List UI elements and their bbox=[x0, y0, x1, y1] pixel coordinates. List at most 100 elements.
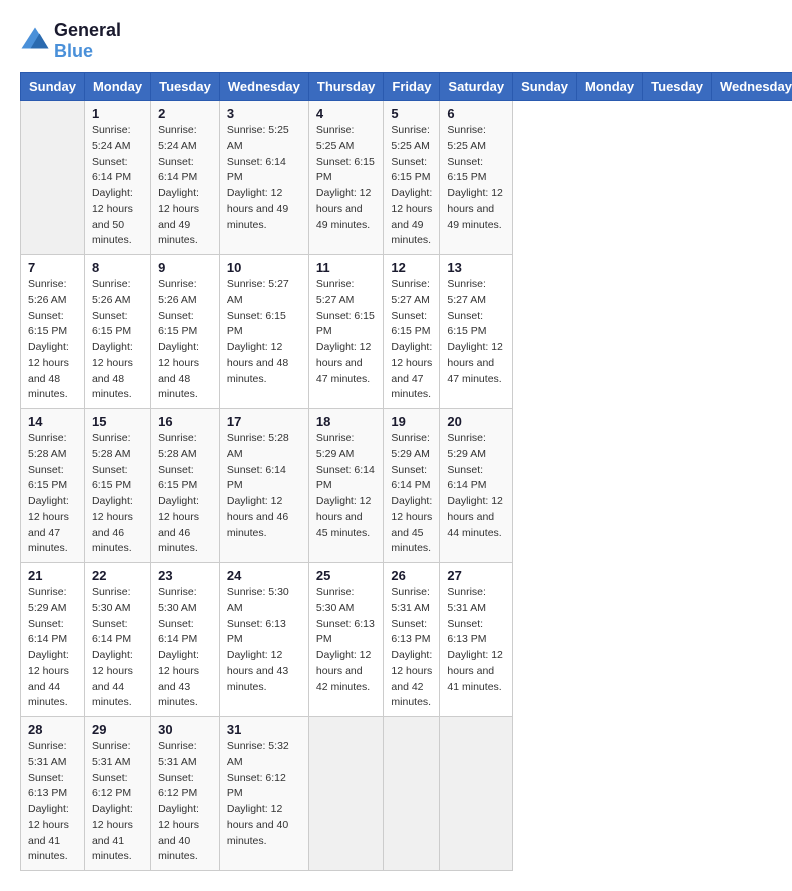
page-header: General Blue bbox=[20, 20, 772, 62]
day-info: Sunrise: 5:26 AMSunset: 6:15 PMDaylight:… bbox=[28, 277, 77, 403]
day-info: Sunrise: 5:28 AMSunset: 6:15 PMDaylight:… bbox=[92, 431, 143, 557]
day-cell: 1 Sunrise: 5:24 AMSunset: 6:14 PMDaylight… bbox=[84, 101, 150, 255]
day-number: 30 bbox=[158, 722, 212, 737]
day-info: Sunrise: 5:27 AMSunset: 6:15 PMDaylight:… bbox=[447, 277, 505, 387]
day-cell: 9Sunrise: 5:26 AMSunset: 6:15 PMDaylight… bbox=[151, 255, 220, 409]
day-info: Sunrise: 5:28 AMSunset: 6:15 PMDaylight:… bbox=[28, 431, 77, 557]
day-number: 16 bbox=[158, 414, 212, 429]
day-number: 2 bbox=[158, 106, 212, 121]
day-number: 28 bbox=[28, 722, 77, 737]
day-number: 7 bbox=[28, 260, 77, 275]
day-info: Sunrise: 5:29 AMSunset: 6:14 PMDaylight:… bbox=[447, 431, 505, 541]
day-number: 5 bbox=[391, 106, 432, 121]
week-row-5: 28 Sunrise: 5:31 AMSunset: 6:13 PMDayligh… bbox=[21, 717, 792, 871]
col-header-sunday: Sunday bbox=[513, 73, 577, 101]
day-cell: 13 Sunrise: 5:27 AMSunset: 6:15 PMDayligh… bbox=[440, 255, 513, 409]
day-number: 29 bbox=[92, 722, 143, 737]
day-cell: 18 Sunrise: 5:29 AMSunset: 6:14 PMDayligh… bbox=[308, 409, 384, 563]
day-cell: 14 Sunrise: 5:28 AMSunset: 6:15 PMDayligh… bbox=[21, 409, 85, 563]
day-cell: 22 Sunrise: 5:30 AMSunset: 6:14 PMDayligh… bbox=[84, 563, 150, 717]
day-cell: 12Sunrise: 5:27 AMSunset: 6:15 PMDayligh… bbox=[384, 255, 440, 409]
calendar-header-row: SundayMondayTuesdayWednesdayThursdayFrid… bbox=[21, 73, 792, 101]
col-header-tuesday: Tuesday bbox=[643, 73, 712, 101]
day-cell: 21 Sunrise: 5:29 AMSunset: 6:14 PMDayligh… bbox=[21, 563, 85, 717]
day-cell: 4 Sunrise: 5:25 AMSunset: 6:15 PMDaylight… bbox=[308, 101, 384, 255]
day-info: Sunrise: 5:28 AMSunset: 6:14 PMDaylight:… bbox=[227, 431, 301, 541]
day-cell: 3Sunrise: 5:25 AMSunset: 6:14 PMDaylight… bbox=[219, 101, 308, 255]
header-friday: Friday bbox=[384, 73, 440, 101]
day-number: 4 bbox=[316, 106, 377, 121]
day-number: 22 bbox=[92, 568, 143, 583]
day-number: 23 bbox=[158, 568, 212, 583]
day-info: Sunrise: 5:24 AMSunset: 6:14 PMDaylight:… bbox=[158, 123, 212, 249]
day-cell: 30Sunrise: 5:31 AMSunset: 6:12 PMDayligh… bbox=[151, 717, 220, 871]
day-cell: 17 Sunrise: 5:28 AMSunset: 6:14 PMDayligh… bbox=[219, 409, 308, 563]
day-cell: 24Sunrise: 5:30 AMSunset: 6:13 PMDayligh… bbox=[219, 563, 308, 717]
day-number: 31 bbox=[227, 722, 301, 737]
day-number: 1 bbox=[92, 106, 143, 121]
day-info: Sunrise: 5:30 AMSunset: 6:14 PMDaylight:… bbox=[92, 585, 143, 711]
day-cell: 20 Sunrise: 5:29 AMSunset: 6:14 PMDayligh… bbox=[440, 409, 513, 563]
day-cell: 25Sunrise: 5:30 AMSunset: 6:13 PMDayligh… bbox=[308, 563, 384, 717]
day-info: Sunrise: 5:31 AMSunset: 6:13 PMDaylight:… bbox=[28, 739, 77, 865]
day-info: Sunrise: 5:26 AMSunset: 6:15 PMDaylight:… bbox=[92, 277, 143, 403]
day-number: 21 bbox=[28, 568, 77, 583]
day-cell bbox=[21, 101, 85, 255]
day-cell: 31 Sunrise: 5:32 AMSunset: 6:12 PMDayligh… bbox=[219, 717, 308, 871]
day-number: 19 bbox=[391, 414, 432, 429]
day-number: 18 bbox=[316, 414, 377, 429]
day-info: Sunrise: 5:25 AMSunset: 6:15 PMDaylight:… bbox=[447, 123, 505, 233]
day-number: 9 bbox=[158, 260, 212, 275]
day-cell: 11Sunrise: 5:27 AMSunset: 6:15 PMDayligh… bbox=[308, 255, 384, 409]
day-number: 27 bbox=[447, 568, 505, 583]
day-info: Sunrise: 5:24 AMSunset: 6:14 PMDaylight:… bbox=[92, 123, 143, 249]
day-number: 17 bbox=[227, 414, 301, 429]
day-cell: 23 Sunrise: 5:30 AMSunset: 6:14 PMDayligh… bbox=[151, 563, 220, 717]
day-info: Sunrise: 5:25 AMSunset: 6:15 PMDaylight:… bbox=[391, 123, 432, 249]
day-number: 10 bbox=[227, 260, 301, 275]
day-number: 8 bbox=[92, 260, 143, 275]
day-cell bbox=[308, 717, 384, 871]
day-cell: 10 Sunrise: 5:27 AMSunset: 6:15 PMDayligh… bbox=[219, 255, 308, 409]
day-info: Sunrise: 5:31 AMSunset: 6:13 PMDaylight:… bbox=[447, 585, 505, 695]
logo: General Blue bbox=[20, 20, 121, 62]
day-cell: 15Sunrise: 5:28 AMSunset: 6:15 PMDayligh… bbox=[84, 409, 150, 563]
day-cell: 28 Sunrise: 5:31 AMSunset: 6:13 PMDayligh… bbox=[21, 717, 85, 871]
day-number: 26 bbox=[391, 568, 432, 583]
week-row-1: 1 Sunrise: 5:24 AMSunset: 6:14 PMDaylight… bbox=[21, 101, 792, 255]
header-monday: Monday bbox=[84, 73, 150, 101]
header-thursday: Thursday bbox=[308, 73, 384, 101]
day-cell: 7 Sunrise: 5:26 AMSunset: 6:15 PMDaylight… bbox=[21, 255, 85, 409]
day-info: Sunrise: 5:30 AMSunset: 6:13 PMDaylight:… bbox=[227, 585, 301, 695]
day-info: Sunrise: 5:31 AMSunset: 6:13 PMDaylight:… bbox=[391, 585, 432, 711]
day-info: Sunrise: 5:32 AMSunset: 6:12 PMDaylight:… bbox=[227, 739, 301, 849]
day-cell bbox=[440, 717, 513, 871]
day-info: Sunrise: 5:28 AMSunset: 6:15 PMDaylight:… bbox=[158, 431, 212, 557]
day-cell: 16 Sunrise: 5:28 AMSunset: 6:15 PMDayligh… bbox=[151, 409, 220, 563]
day-cell: 6Sunrise: 5:25 AMSunset: 6:15 PMDaylight… bbox=[440, 101, 513, 255]
day-number: 14 bbox=[28, 414, 77, 429]
day-info: Sunrise: 5:29 AMSunset: 6:14 PMDaylight:… bbox=[28, 585, 77, 711]
header-saturday: Saturday bbox=[440, 73, 513, 101]
week-row-2: 7 Sunrise: 5:26 AMSunset: 6:15 PMDaylight… bbox=[21, 255, 792, 409]
day-cell: 19 Sunrise: 5:29 AMSunset: 6:14 PMDayligh… bbox=[384, 409, 440, 563]
col-header-wednesday: Wednesday bbox=[711, 73, 792, 101]
day-info: Sunrise: 5:30 AMSunset: 6:14 PMDaylight:… bbox=[158, 585, 212, 711]
day-info: Sunrise: 5:25 AMSunset: 6:15 PMDaylight:… bbox=[316, 123, 377, 233]
col-header-monday: Monday bbox=[577, 73, 643, 101]
day-info: Sunrise: 5:31 AMSunset: 6:12 PMDaylight:… bbox=[92, 739, 143, 865]
day-info: Sunrise: 5:27 AMSunset: 6:15 PMDaylight:… bbox=[391, 277, 432, 403]
header-tuesday: Tuesday bbox=[151, 73, 220, 101]
header-sunday: Sunday bbox=[21, 73, 85, 101]
day-info: Sunrise: 5:30 AMSunset: 6:13 PMDaylight:… bbox=[316, 585, 377, 695]
day-info: Sunrise: 5:29 AMSunset: 6:14 PMDaylight:… bbox=[391, 431, 432, 557]
week-row-3: 14 Sunrise: 5:28 AMSunset: 6:15 PMDayligh… bbox=[21, 409, 792, 563]
day-cell: 8 Sunrise: 5:26 AMSunset: 6:15 PMDaylight… bbox=[84, 255, 150, 409]
day-number: 11 bbox=[316, 260, 377, 275]
day-info: Sunrise: 5:29 AMSunset: 6:14 PMDaylight:… bbox=[316, 431, 377, 541]
day-info: Sunrise: 5:27 AMSunset: 6:15 PMDaylight:… bbox=[227, 277, 301, 387]
day-number: 20 bbox=[447, 414, 505, 429]
day-cell: 2 Sunrise: 5:24 AMSunset: 6:14 PMDaylight… bbox=[151, 101, 220, 255]
day-number: 13 bbox=[447, 260, 505, 275]
day-number: 3 bbox=[227, 106, 301, 121]
